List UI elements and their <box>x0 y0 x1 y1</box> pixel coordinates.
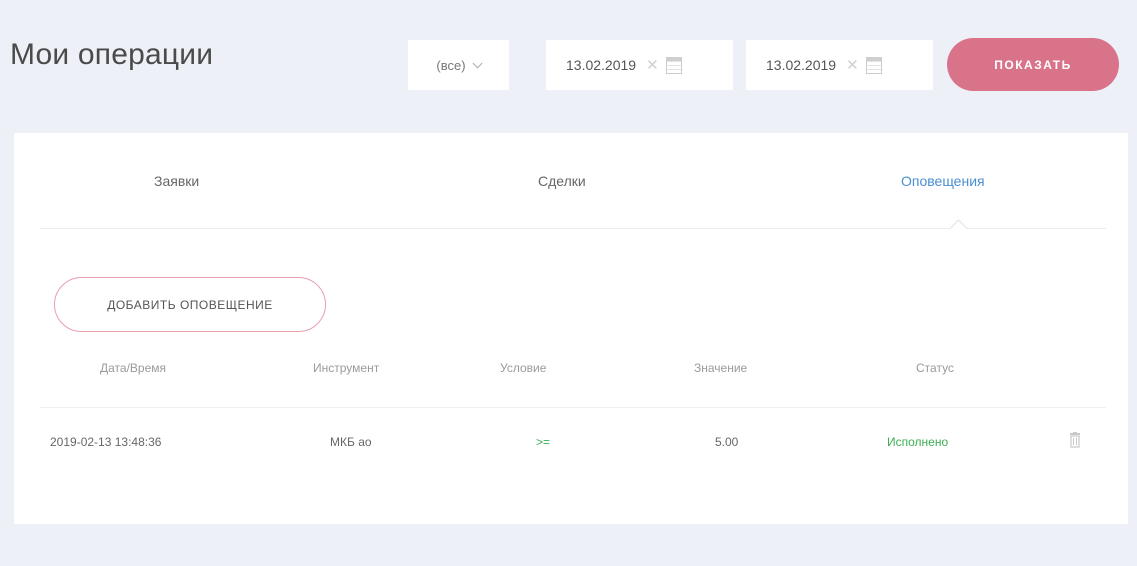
page-header: Мои операции (все) 13.02.2019 ✕ 13.02.20… <box>0 0 1137 130</box>
date-to-value: 13.02.2019 <box>766 57 837 73</box>
column-header-instrument: Инструмент <box>313 361 380 375</box>
table-divider <box>40 407 1106 408</box>
select-value: (все) <box>436 57 466 73</box>
date-from-value: 13.02.2019 <box>566 57 637 73</box>
operations-card: Заявки Сделки Оповещения ДОБАВИТЬ ОПОВЕЩ… <box>14 133 1128 524</box>
cell-instrument: МКБ ао <box>330 435 372 449</box>
trash-icon[interactable] <box>1069 432 1081 448</box>
clear-icon[interactable]: ✕ <box>846 56 859 74</box>
show-button[interactable]: ПОКАЗАТЬ <box>947 38 1119 91</box>
tab-orders[interactable]: Заявки <box>154 173 199 189</box>
cell-datetime: 2019-02-13 13:48:36 <box>50 435 162 449</box>
operation-type-select[interactable]: (все) <box>408 40 509 90</box>
tab-divider <box>40 228 1106 229</box>
tab-deals[interactable]: Сделки <box>538 173 586 189</box>
date-from-field[interactable]: 13.02.2019 ✕ <box>546 40 733 90</box>
clear-icon[interactable]: ✕ <box>646 56 659 74</box>
column-header-condition: Условие <box>500 361 547 375</box>
tab-alerts[interactable]: Оповещения <box>901 173 985 189</box>
page-title: Мои операции <box>10 38 214 71</box>
cell-status: Исполнено <box>887 435 949 449</box>
date-to-field[interactable]: 13.02.2019 ✕ <box>746 40 933 90</box>
column-header-value: Значение <box>694 361 748 375</box>
calendar-icon[interactable] <box>865 56 882 74</box>
calendar-icon[interactable] <box>665 56 682 74</box>
add-alert-button[interactable]: ДОБАВИТЬ ОПОВЕЩЕНИЕ <box>54 277 326 332</box>
column-header-datetime: Дата/Время <box>100 361 167 375</box>
cell-value: 5.00 <box>715 435 739 449</box>
chevron-down-icon <box>472 58 483 68</box>
column-header-status: Статус <box>916 361 954 375</box>
cell-condition: >= <box>536 435 551 449</box>
active-tab-indicator <box>949 219 968 238</box>
